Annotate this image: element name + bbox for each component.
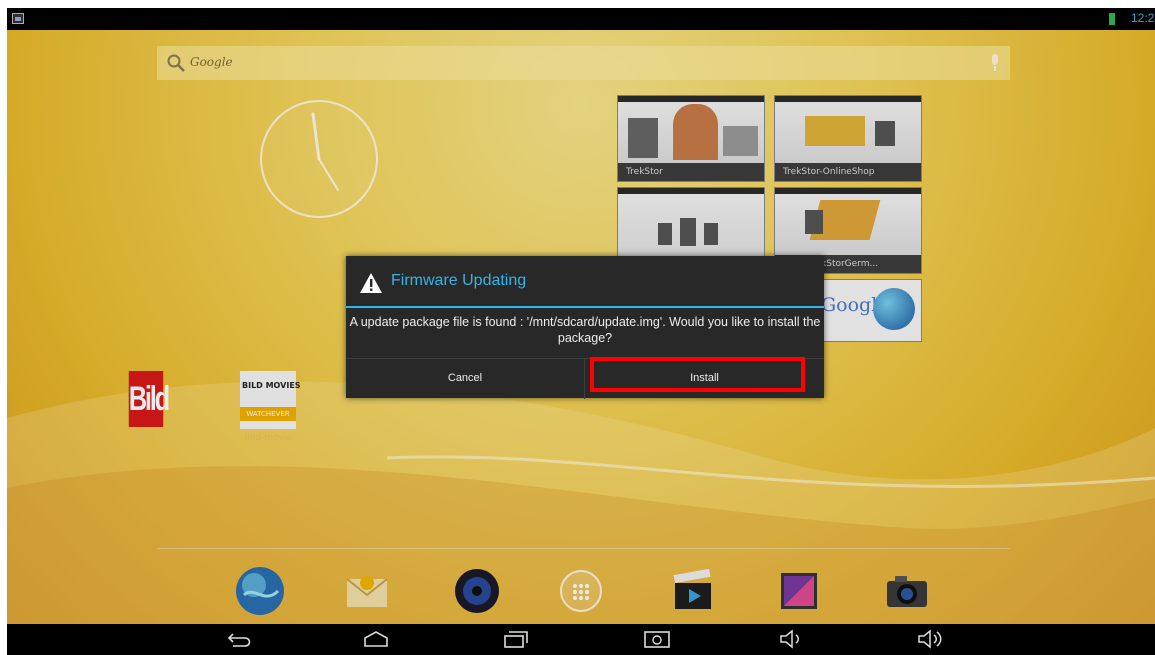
recent-apps-icon[interactable]: [500, 629, 530, 649]
cancel-button[interactable]: Cancel: [346, 359, 585, 399]
screenshot-icon[interactable]: [642, 629, 672, 649]
navigation-bar: [7, 624, 1155, 655]
warning-icon: [360, 273, 382, 293]
volume-down-icon[interactable]: [777, 629, 807, 649]
home-screen: 12:24 Google TrekStor TrekStor-OnlineSho: [7, 8, 1155, 655]
home-icon[interactable]: [361, 629, 391, 649]
dialog-button-row: Cancel Install: [346, 358, 824, 399]
volume-up-icon[interactable]: [915, 629, 945, 649]
install-button[interactable]: Install: [585, 359, 824, 399]
dialog-message: A update package file is found : '/mnt/s…: [349, 315, 821, 345]
back-icon[interactable]: [225, 629, 255, 649]
firmware-update-dialog: Firmware Updating A update package file …: [346, 256, 824, 399]
dialog-title: Firmware Updating: [391, 272, 527, 289]
title-divider: [346, 306, 824, 308]
